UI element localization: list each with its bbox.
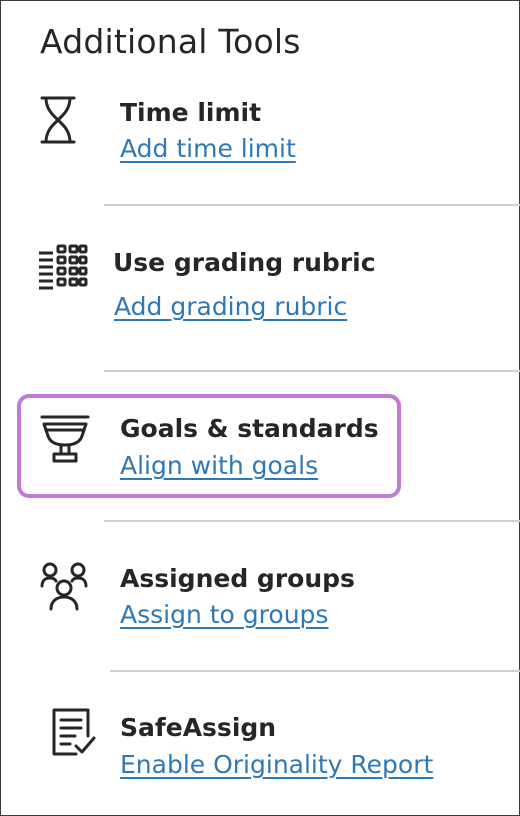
enable-originality-report-link[interactable]: Enable Originality Report: [120, 750, 433, 780]
divider: [110, 670, 520, 672]
tool-label-goals-standards: Goals & standards: [120, 414, 379, 443]
assign-to-groups-link[interactable]: Assign to groups: [120, 600, 328, 630]
trophy-icon: [40, 415, 90, 463]
add-time-limit-link[interactable]: Add time limit: [120, 134, 296, 164]
tool-label-safeassign: SafeAssign: [120, 713, 277, 742]
panel-title: Additional Tools: [40, 22, 301, 61]
align-with-goals-link[interactable]: Align with goals: [120, 451, 318, 481]
add-grading-rubric-link[interactable]: Add grading rubric: [114, 292, 347, 322]
divider: [104, 370, 520, 372]
tool-label-assigned-groups: Assigned groups: [120, 564, 355, 593]
groups-icon: [40, 562, 88, 611]
tool-label-grading-rubric: Use grading rubric: [113, 248, 376, 277]
rubric-icon: [39, 244, 88, 290]
tool-label-time-limit: Time limit: [120, 98, 262, 127]
document-check-icon: [52, 708, 96, 756]
hourglass-icon: [40, 96, 76, 144]
divider: [104, 520, 520, 522]
divider: [104, 204, 520, 206]
